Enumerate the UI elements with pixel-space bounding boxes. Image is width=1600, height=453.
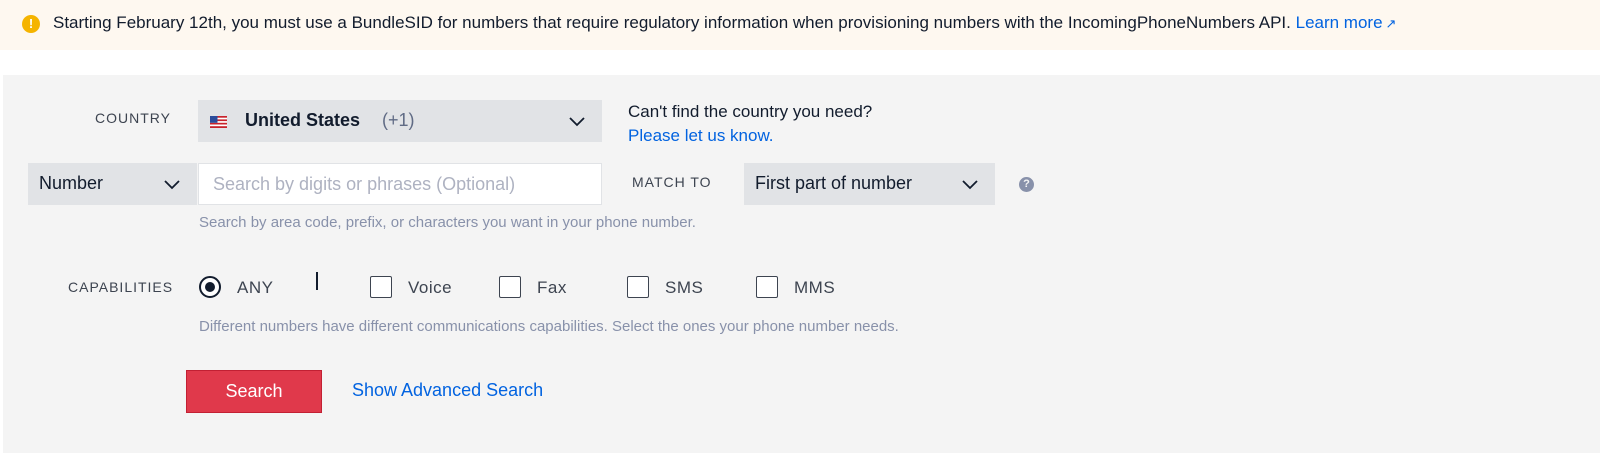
show-advanced-search-link[interactable]: Show Advanced Search — [352, 380, 543, 401]
search-type-value: Number — [39, 173, 104, 193]
capabilities-divider — [316, 272, 318, 290]
match-to-select[interactable]: First part of number — [744, 163, 995, 205]
fax-checkbox[interactable] — [499, 276, 521, 298]
country-name: United States — [245, 110, 361, 130]
fax-label: Fax — [537, 278, 567, 297]
chevron-down-icon — [961, 175, 979, 193]
country-select[interactable]: United States (+1) — [198, 100, 602, 142]
match-to-value: First part of number — [755, 173, 913, 193]
radio-selected-dot — [205, 282, 215, 292]
voice-label: Voice — [408, 278, 453, 297]
learn-more-link[interactable]: Learn more ↗ — [1296, 13, 1397, 32]
us-flag-icon — [210, 116, 227, 128]
help-question-icon[interactable]: ? — [1019, 177, 1034, 192]
let-us-know-link[interactable]: Please let us know. — [628, 126, 774, 146]
country-code: (+1) — [382, 110, 415, 130]
notice-banner: ! Starting February 12th, you must use a… — [0, 0, 1600, 50]
mms-label: MMS — [794, 278, 836, 297]
search-button[interactable]: Search — [186, 370, 322, 413]
country-help-title: Can't find the country you need? — [628, 102, 873, 121]
sms-checkbox[interactable] — [627, 276, 649, 298]
any-label: ANY — [237, 278, 274, 297]
voice-checkbox[interactable] — [370, 276, 392, 298]
info-icon: ! — [22, 15, 40, 33]
match-to-label: MATCH TO — [632, 174, 712, 190]
search-type-select[interactable]: Number — [28, 163, 197, 205]
capabilities-label: CAPABILITIES — [68, 279, 174, 295]
sms-label: SMS — [665, 278, 704, 297]
banner-text: Starting February 12th, you must use a B… — [53, 13, 1291, 32]
any-radio[interactable] — [199, 276, 221, 298]
search-help-text: Search by area code, prefix, or characte… — [199, 214, 696, 231]
country-label: COUNTRY — [95, 110, 171, 126]
chevron-down-icon — [163, 175, 181, 193]
external-link-icon: ↗ — [1385, 16, 1397, 31]
banner-message: Starting February 12th, you must use a B… — [53, 13, 1396, 33]
mms-checkbox[interactable] — [756, 276, 778, 298]
search-input[interactable] — [198, 163, 602, 205]
capabilities-help-text: Different numbers have different communi… — [199, 318, 899, 335]
chevron-down-icon — [568, 112, 586, 130]
